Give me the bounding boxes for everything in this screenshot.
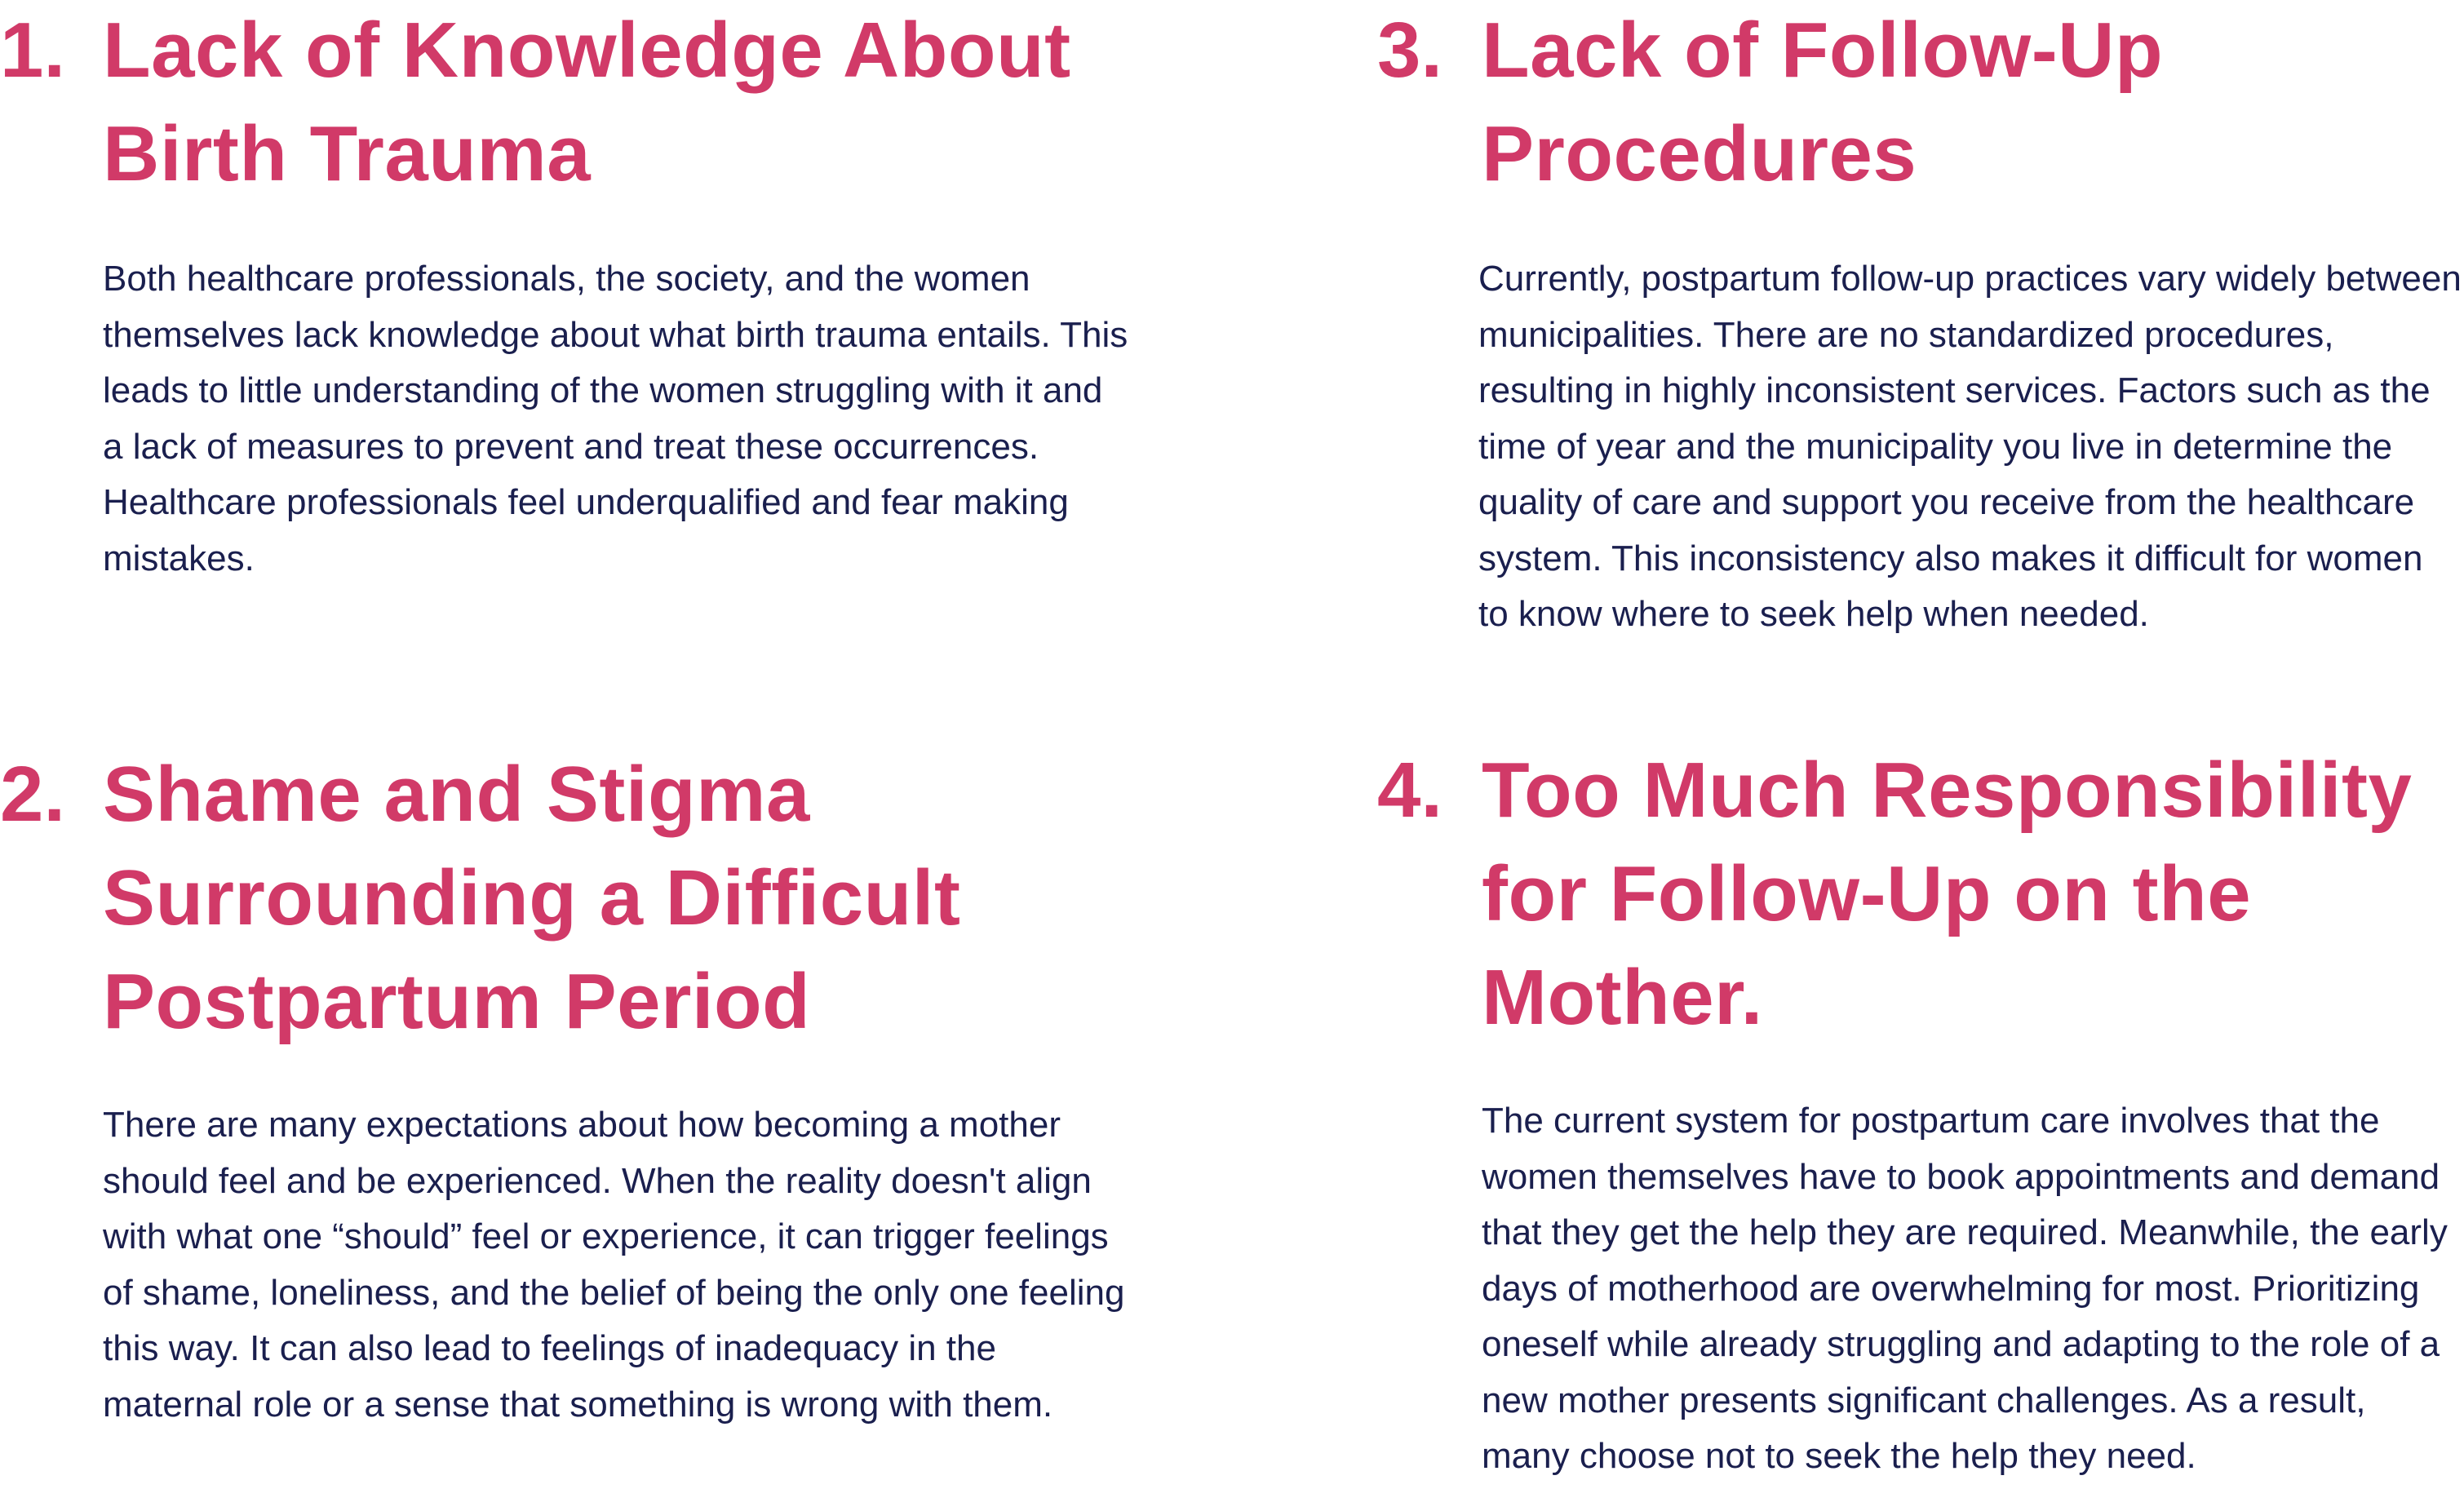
section-shame-and-stigma: 2. Shame and Stigma Surrounding a Diffic…	[0, 742, 1142, 1433]
section-body: The current system for postpartum care i…	[1482, 1101, 2448, 1476]
section-number: 1.	[0, 7, 66, 94]
section-title: Lack of Knowledge About Birth Trauma	[103, 7, 1071, 197]
section-lack-of-knowledge: 1. Lack of Knowledge About Birth Trauma …	[0, 0, 1142, 587]
section-heading: 2. Shame and Stigma Surrounding a Diffic…	[0, 742, 1142, 1053]
section-title: Shame and Stigma Surrounding a Difficult…	[103, 751, 961, 1045]
section-title: Lack of Follow-Up Procedures	[1482, 7, 2164, 197]
section-heading: 4. Too Much Responsibility for Follow-Up…	[1377, 738, 2462, 1049]
section-body: Both healthcare professionals, the socie…	[103, 259, 1128, 578]
section-body: Currently, postpartum follow-up practice…	[1478, 259, 2462, 634]
section-lack-of-follow-up: 3. Lack of Follow-Up Procedures Currentl…	[1377, 0, 2462, 643]
section-too-much-responsibility: 4. Too Much Responsibility for Follow-Up…	[1377, 738, 2462, 1485]
section-number: 4.	[1377, 747, 1443, 834]
section-number: 3.	[1377, 7, 1443, 94]
section-title: Too Much Responsibility for Follow-Up on…	[1482, 747, 2413, 1041]
section-number: 2.	[0, 751, 66, 838]
section-heading: 1. Lack of Knowledge About Birth Trauma	[0, 0, 1142, 206]
section-body: There are many expectations about how be…	[103, 1105, 1125, 1425]
section-heading: 3. Lack of Follow-Up Procedures	[1377, 0, 2462, 206]
